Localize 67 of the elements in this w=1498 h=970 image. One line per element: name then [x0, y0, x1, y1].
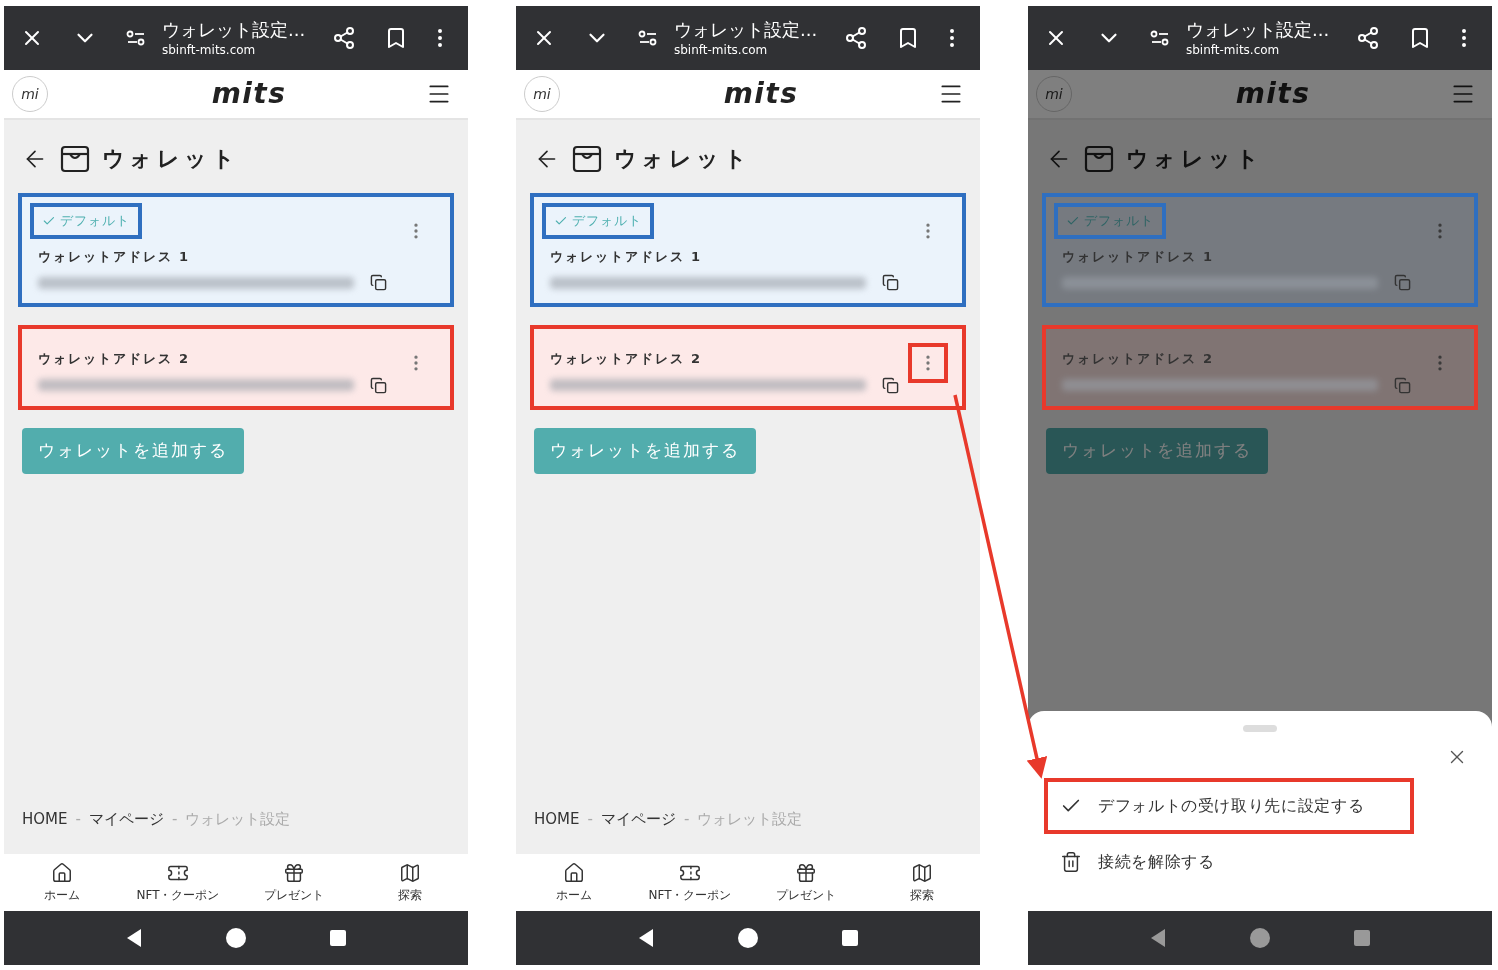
nav-item[interactable]: ホーム — [516, 854, 632, 911]
recents-square-icon[interactable] — [841, 929, 859, 947]
default-label: デフォルト — [1083, 212, 1154, 230]
share-icon[interactable] — [844, 26, 868, 50]
page-heading: ウォレット — [1126, 145, 1263, 173]
gift-icon — [283, 861, 305, 884]
site-logo[interactable]: mits — [211, 73, 287, 115]
sheet-menu-item[interactable]: デフォルトの受け取り先に設定する — [1044, 778, 1414, 834]
wallet-icon — [60, 144, 90, 173]
page-title-text: ウォレット設定... — [162, 18, 306, 42]
share-icon[interactable] — [1356, 26, 1380, 50]
nav-item[interactable]: ホーム — [4, 854, 120, 911]
gift-icon — [795, 861, 817, 884]
nav-item[interactable]: プレゼント — [236, 854, 352, 911]
wallet-name: ウォレットアドレス 1 — [550, 247, 703, 266]
url-text: sbinft-mits.com — [162, 42, 257, 58]
trash-icon — [1060, 851, 1082, 873]
home-icon — [563, 861, 585, 884]
page-heading: ウォレット — [614, 145, 751, 173]
default-label: デフォルト — [571, 212, 642, 230]
nav-item[interactable]: NFT・クーポン — [120, 854, 236, 911]
share-icon[interactable] — [332, 26, 356, 50]
breadcrumb-separator: - — [587, 808, 593, 830]
tune-icon[interactable] — [1150, 30, 1170, 46]
wallet-name: ウォレットアドレス 1 — [1062, 247, 1215, 266]
home-circle-icon[interactable] — [225, 927, 247, 949]
wallet-name: ウォレットアドレス 2 — [1062, 350, 1215, 368]
nav-item[interactable]: NFT・クーポン — [632, 854, 748, 911]
back-triangle-icon[interactable] — [125, 928, 143, 948]
home-circle-icon[interactable] — [737, 927, 759, 949]
nav-item[interactable]: プレゼント — [748, 854, 864, 911]
kebab-button[interactable] — [908, 343, 948, 383]
site-logo[interactable]: mits — [723, 73, 799, 115]
wallet-icon — [1084, 144, 1114, 173]
default-label: デフォルト — [59, 212, 130, 230]
drag-handle[interactable] — [1243, 725, 1277, 732]
copy-icon[interactable] — [882, 376, 899, 394]
wallet-name: ウォレットアドレス 2 — [38, 350, 191, 368]
home-icon — [51, 861, 73, 884]
map-icon — [911, 861, 933, 884]
site-logo[interactable]: mits — [1235, 73, 1311, 115]
page-heading: ウォレット — [102, 145, 239, 173]
wallet-icon — [572, 144, 602, 173]
breadcrumb-separator: - — [171, 808, 178, 830]
breadcrumb-link[interactable]: マイページ — [600, 807, 676, 830]
wallet-name: ウォレットアドレス 1 — [38, 247, 191, 266]
copy-icon[interactable] — [370, 274, 387, 291]
breadcrumb-separator: - — [75, 808, 81, 830]
url-text: sbinft-mits.com — [674, 42, 769, 58]
copy-icon[interactable] — [882, 274, 899, 291]
tune-icon[interactable] — [126, 30, 146, 46]
breadcrumb-link[interactable]: HOME — [22, 807, 68, 830]
copy-icon[interactable] — [370, 376, 387, 394]
breadcrumb-link[interactable]: マイページ — [88, 807, 164, 830]
tune-icon[interactable] — [638, 30, 658, 46]
breadcrumb-link[interactable]: HOME — [534, 807, 580, 830]
map-icon — [399, 861, 421, 884]
page-title-text: ウォレット設定... — [1186, 18, 1330, 42]
url-text: sbinft-mits.com — [1186, 42, 1281, 58]
back-triangle-icon[interactable] — [637, 928, 655, 948]
recents-square-icon[interactable] — [329, 929, 347, 947]
breadcrumb-separator: - — [683, 808, 690, 830]
wallet-name: ウォレットアドレス 2 — [550, 350, 703, 368]
nav-item[interactable]: 探索 — [352, 854, 468, 911]
page-title-text: ウォレット設定... — [674, 18, 818, 42]
nav-item[interactable]: 探索 — [864, 854, 980, 911]
sheet-menu-item[interactable]: 接続を解除する — [1044, 834, 1414, 890]
